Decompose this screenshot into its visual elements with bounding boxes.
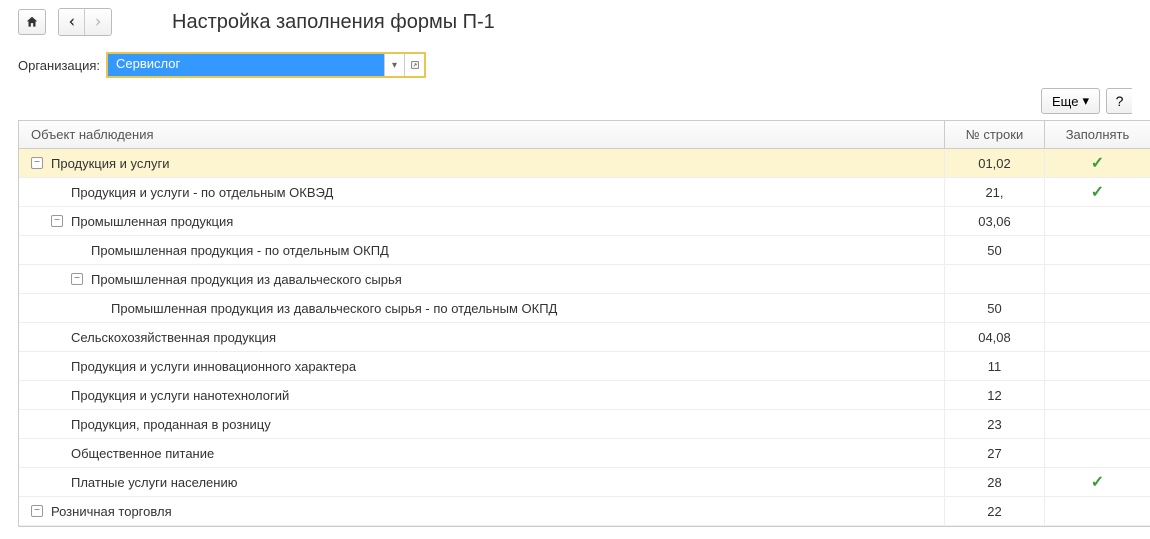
row-label: Промышленная продукция - по отдельным ОК… xyxy=(91,243,389,258)
cell-object: Промышленная продукция - по отдельным ОК… xyxy=(19,236,945,264)
check-icon: ✓ xyxy=(1091,182,1104,202)
table-row[interactable]: −Розничная торговля22 xyxy=(19,497,1150,526)
row-label: Продукция и услуги - по отдельным ОКВЭД xyxy=(71,185,333,200)
cell-object: −Продукция и услуги xyxy=(19,149,945,177)
cell-row-no: 22 xyxy=(945,497,1045,525)
cell-row-no: 27 xyxy=(945,439,1045,467)
row-label: Промышленная продукция xyxy=(71,214,233,229)
cell-row-no: 12 xyxy=(945,381,1045,409)
cell-row-no: 04,08 xyxy=(945,323,1045,351)
org-input-wrap: Сервислог ▾ xyxy=(106,52,426,78)
help-button[interactable]: ? xyxy=(1106,88,1132,114)
table-row[interactable]: −Промышленная продукция из давальческого… xyxy=(19,265,1150,294)
collapse-icon[interactable]: − xyxy=(51,215,63,227)
cell-fill[interactable]: ✓ xyxy=(1045,149,1150,177)
collapse-icon[interactable]: − xyxy=(31,157,43,169)
table-row[interactable]: Общественное питание 27 xyxy=(19,439,1150,468)
header-fill[interactable]: Заполнять xyxy=(1045,121,1150,148)
cell-fill[interactable]: ✓ xyxy=(1045,178,1150,206)
table-row[interactable]: Продукция и услуги - по отдельным ОКВЭД 2… xyxy=(19,178,1150,207)
home-button[interactable] xyxy=(18,9,46,35)
tree-table: Объект наблюдения № строки Заполнять −Пр… xyxy=(18,120,1150,527)
cell-object: −Промышленная продукция из давальческого… xyxy=(19,265,945,293)
check-icon: ✓ xyxy=(1091,153,1104,173)
cell-fill[interactable] xyxy=(1045,381,1150,409)
table-row[interactable]: Продукция и услуги нанотехнологий 12 xyxy=(19,381,1150,410)
row-label: Продукция и услуги нанотехнологий xyxy=(71,388,289,403)
cell-row-no: 21, xyxy=(945,178,1045,206)
table-header: Объект наблюдения № строки Заполнять xyxy=(19,121,1150,149)
nav-buttons xyxy=(58,8,112,36)
cell-fill[interactable] xyxy=(1045,236,1150,264)
cell-object: Общественное питание xyxy=(19,439,945,467)
cell-row-no: 50 xyxy=(945,236,1045,264)
cell-fill[interactable] xyxy=(1045,439,1150,467)
header-object[interactable]: Объект наблюдения xyxy=(19,121,945,148)
row-label: Промышленная продукция из давальческого … xyxy=(91,272,402,287)
row-label: Продукция и услуги инновационного характ… xyxy=(71,359,356,374)
cell-row-no: 01,02 xyxy=(945,149,1045,177)
row-label: Платные услуги населению xyxy=(71,475,237,490)
cell-fill[interactable] xyxy=(1045,323,1150,351)
org-label: Организация: xyxy=(18,58,100,73)
cell-fill[interactable] xyxy=(1045,410,1150,438)
table-row[interactable]: −Промышленная продукция03,06 xyxy=(19,207,1150,236)
open-icon[interactable] xyxy=(404,54,424,76)
cell-fill[interactable] xyxy=(1045,207,1150,235)
cell-row-no: 03,06 xyxy=(945,207,1045,235)
cell-object: −Розничная торговля xyxy=(19,497,945,525)
cell-row-no xyxy=(945,265,1045,293)
table-row[interactable]: Промышленная продукция - по отдельным ОК… xyxy=(19,236,1150,265)
row-label: Сельскохозяйственная продукция xyxy=(71,330,276,345)
cell-fill[interactable] xyxy=(1045,265,1150,293)
table-row[interactable]: Продукция и услуги инновационного характ… xyxy=(19,352,1150,381)
cell-row-no: 28 xyxy=(945,468,1045,496)
more-button[interactable]: Еще ▾ xyxy=(1041,88,1100,114)
header-row-no[interactable]: № строки xyxy=(945,121,1045,148)
cell-object: Промышленная продукция из давальческого … xyxy=(19,294,945,322)
cell-object: Продукция и услуги нанотехнологий xyxy=(19,381,945,409)
cell-object: Продукция и услуги - по отдельным ОКВЭД xyxy=(19,178,945,206)
cell-object: Продукция и услуги инновационного характ… xyxy=(19,352,945,380)
table-row[interactable]: Продукция, проданная в розницу 23 xyxy=(19,410,1150,439)
cell-object: Платные услуги населению xyxy=(19,468,945,496)
row-label: Промышленная продукция из давальческого … xyxy=(111,301,557,316)
check-icon: ✓ xyxy=(1091,472,1104,492)
row-label: Продукция, проданная в розницу xyxy=(71,417,271,432)
cell-object: −Промышленная продукция xyxy=(19,207,945,235)
table-row[interactable]: Промышленная продукция из давальческого … xyxy=(19,294,1150,323)
cell-object: Продукция, проданная в розницу xyxy=(19,410,945,438)
collapse-icon[interactable]: − xyxy=(31,505,43,517)
cell-row-no: 23 xyxy=(945,410,1045,438)
cell-object: Сельскохозяйственная продукция xyxy=(19,323,945,351)
cell-fill[interactable] xyxy=(1045,294,1150,322)
row-label: Общественное питание xyxy=(71,446,214,461)
forward-button[interactable] xyxy=(85,9,111,35)
table-row[interactable]: Сельскохозяйственная продукция 04,08 xyxy=(19,323,1150,352)
cell-fill[interactable] xyxy=(1045,497,1150,525)
chevron-down-icon: ▾ xyxy=(1082,93,1089,109)
org-input[interactable]: Сервислог xyxy=(108,54,384,76)
row-label: Розничная торговля xyxy=(51,504,172,519)
row-label: Продукция и услуги xyxy=(51,156,169,171)
table-row[interactable]: −Продукция и услуги01,02✓ xyxy=(19,149,1150,178)
cell-fill[interactable]: ✓ xyxy=(1045,468,1150,496)
cell-row-no: 11 xyxy=(945,352,1045,380)
back-button[interactable] xyxy=(59,9,85,35)
page-title: Настройка заполнения формы П-1 xyxy=(172,11,495,34)
cell-row-no: 50 xyxy=(945,294,1045,322)
cell-fill[interactable] xyxy=(1045,352,1150,380)
dropdown-icon[interactable]: ▾ xyxy=(384,54,404,76)
table-row[interactable]: Платные услуги населению 28 ✓ xyxy=(19,468,1150,497)
more-button-label: Еще xyxy=(1052,94,1078,109)
collapse-icon[interactable]: − xyxy=(71,273,83,285)
